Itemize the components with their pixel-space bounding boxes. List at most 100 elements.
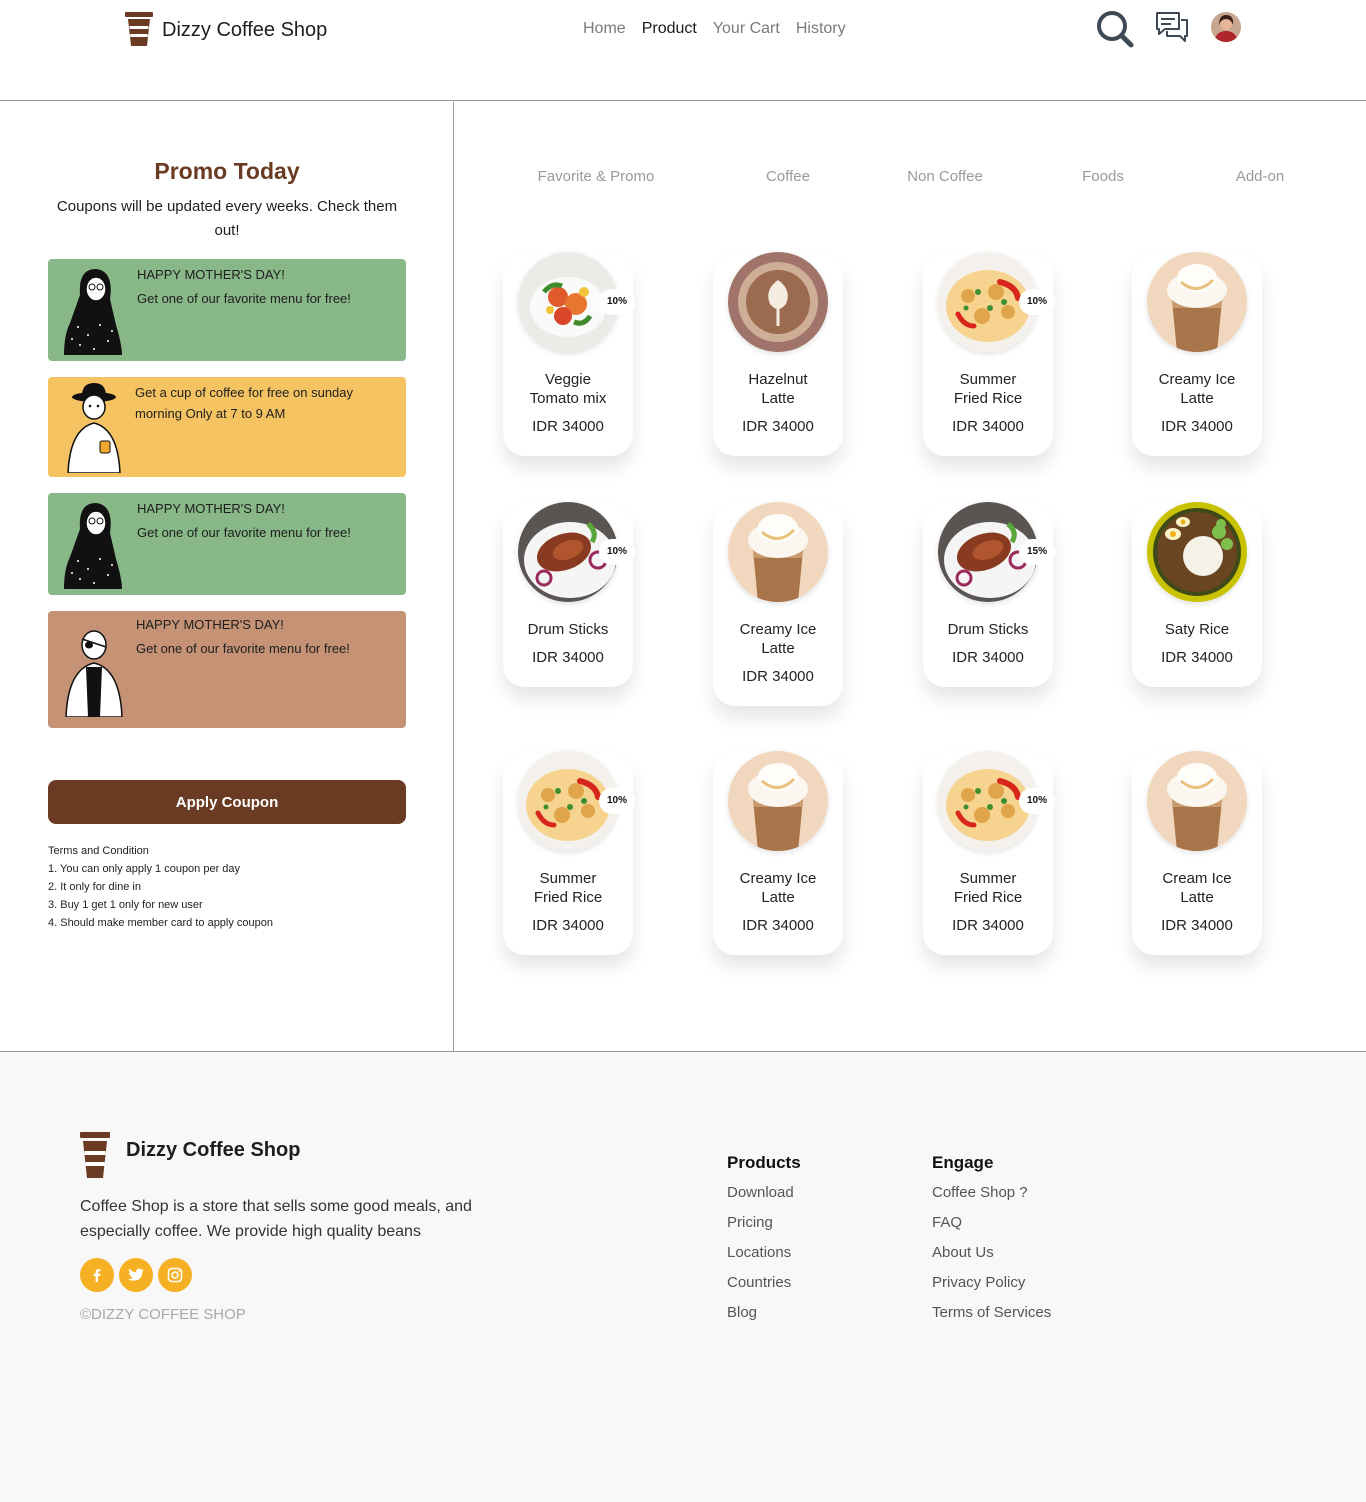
product-name: Saty Rice <box>1164 621 1230 638</box>
footer-column-products: Products Download Pricing Locations Coun… <box>727 1153 801 1334</box>
product-card[interactable]: 10% Summer Fried Rice IDR 34000 <box>923 252 1055 456</box>
product-name: Summer Fried Rice <box>533 870 603 906</box>
footer-link-countries[interactable]: Countries <box>727 1274 801 1304</box>
product-name: Drum Sticks <box>947 621 1029 638</box>
product-price: IDR 34000 <box>742 668 814 685</box>
footer-description: Coffee Shop is a store that sells some g… <box>80 1198 472 1240</box>
discount-badge: 10% <box>1019 788 1055 814</box>
product-price: IDR 34000 <box>742 917 814 934</box>
coupon-description: Get one of our favorite menu for free! <box>137 525 351 540</box>
footer-column-title: Products <box>727 1153 801 1172</box>
product-card[interactable]: Creamy Ice Latte IDR 34000 <box>713 502 843 706</box>
coupon-card[interactable]: Get a cup of coffee for free on sunday m… <box>48 377 406 477</box>
nav-home[interactable]: Home <box>583 20 626 38</box>
search-icon[interactable] <box>1096 10 1134 48</box>
product-name: Creamy Ice Latte <box>1158 371 1236 407</box>
footer-column-title: Engage <box>932 1153 994 1172</box>
instagram-icon[interactable] <box>158 1258 192 1292</box>
footer-link-faq[interactable]: FAQ <box>932 1214 1051 1244</box>
woman-hijab-illustration <box>64 269 122 355</box>
product-card[interactable]: Creamy Ice Latte IDR 34000 <box>1132 252 1262 456</box>
main-nav: Home Product Your Cart History <box>583 20 846 38</box>
twitter-icon[interactable] <box>119 1258 153 1292</box>
social-links <box>80 1258 192 1292</box>
product-image <box>728 751 828 851</box>
nav-product[interactable]: Product <box>642 20 697 38</box>
terms-item: 2. It only for dine in <box>48 881 141 893</box>
tab-non-coffee[interactable]: Non Coffee <box>907 168 983 185</box>
brand-name: Dizzy Coffee Shop <box>162 18 328 41</box>
promo-panel: Promo Today Coupons will be updated ever… <box>0 102 454 1051</box>
product-image <box>1147 502 1247 602</box>
product-card[interactable]: Saty Rice IDR 34000 <box>1132 502 1262 687</box>
tab-coffee[interactable]: Coffee <box>766 168 810 185</box>
coupon-card[interactable]: HAPPY MOTHER'S DAY! Get one of our favor… <box>48 259 406 361</box>
product-card[interactable]: Hazelnut Latte IDR 34000 <box>713 252 843 456</box>
copyright: ©DIZZY COFFEE SHOP <box>80 1306 246 1323</box>
discount-badge: 10% <box>599 539 635 565</box>
footer-link-terms-of-services[interactable]: Terms of Services <box>932 1304 1051 1334</box>
terms-item: 4. Should make member card to apply coup… <box>48 917 274 929</box>
product-name: Creamy Ice Latte <box>739 621 817 657</box>
product-card[interactable]: Cream Ice Latte IDR 34000 <box>1132 751 1262 955</box>
product-price: IDR 34000 <box>742 418 814 435</box>
footer-link-locations[interactable]: Locations <box>727 1244 801 1274</box>
product-name: Summer Fried Rice <box>953 371 1023 407</box>
tab-favorite-promo[interactable]: Favorite & Promo <box>538 168 655 185</box>
footer-brand[interactable]: Dizzy Coffee Shop <box>80 1132 300 1178</box>
tab-foods[interactable]: Foods <box>1082 168 1124 185</box>
product-image <box>728 252 828 352</box>
product-image <box>1147 751 1247 851</box>
footer-brand-name: Dizzy Coffee Shop <box>126 1138 301 1161</box>
coupon-card[interactable]: HAPPY MOTHER'S DAY! Get one of our favor… <box>48 611 406 728</box>
product-price: IDR 34000 <box>532 917 604 934</box>
apply-coupon-button[interactable]: Apply Coupon <box>48 780 406 824</box>
footer-link-download[interactable]: Download <box>727 1184 801 1214</box>
user-avatar[interactable] <box>1211 12 1241 42</box>
product-price: IDR 34000 <box>532 649 604 666</box>
brand-logo[interactable]: Dizzy Coffee Shop <box>124 12 327 46</box>
top-header: Dizzy Coffee Shop Home Product Your Cart… <box>0 0 1366 101</box>
product-card[interactable]: Creamy Ice Latte IDR 34000 <box>713 751 843 955</box>
footer-link-privacy-policy[interactable]: Privacy Policy <box>932 1274 1051 1304</box>
product-price: IDR 34000 <box>532 418 604 435</box>
coupon-description: Get one of our favorite menu for free! <box>136 641 350 656</box>
product-name: Drum Sticks <box>527 621 609 638</box>
coupon-title: HAPPY MOTHER'S DAY! <box>137 501 285 516</box>
footer-link-coffee-shop[interactable]: Coffee Shop ? <box>932 1184 1051 1214</box>
coupon-description: Get one of our favorite menu for free! <box>137 291 351 306</box>
product-card[interactable]: 10% Veggie Tomato mix IDR 34000 <box>503 252 635 456</box>
coupon-card[interactable]: HAPPY MOTHER'S DAY! Get one of our favor… <box>48 493 406 595</box>
nav-your-cart[interactable]: Your Cart <box>713 20 780 38</box>
discount-badge: 15% <box>1019 539 1055 565</box>
product-name: Cream Ice Latte <box>1162 870 1232 906</box>
product-card[interactable]: 10% Drum Sticks IDR 34000 <box>503 502 635 687</box>
terms-and-conditions: Terms and Condition 1. You can only appl… <box>48 842 273 932</box>
product-name: Veggie Tomato mix <box>529 371 607 407</box>
nav-history[interactable]: History <box>796 20 846 38</box>
footer-link-about-us[interactable]: About Us <box>932 1244 1051 1274</box>
footer-link-pricing[interactable]: Pricing <box>727 1214 801 1244</box>
product-price: IDR 34000 <box>952 917 1024 934</box>
chat-icon[interactable] <box>1155 11 1189 43</box>
footer-column-engage: Engage Coffee Shop ? FAQ About Us Privac… <box>932 1153 1051 1334</box>
discount-badge: 10% <box>599 788 635 814</box>
terms-item: 1. You can only apply 1 coupon per day <box>48 863 241 875</box>
product-price: IDR 34000 <box>952 649 1024 666</box>
coupon-title: HAPPY MOTHER'S DAY! <box>136 617 284 632</box>
discount-badge: 10% <box>599 289 635 315</box>
tab-add-on[interactable]: Add-on <box>1236 168 1284 185</box>
product-name: Summer Fried Rice <box>953 870 1023 906</box>
product-card[interactable]: 10% Summer Fried Rice IDR 34000 <box>923 751 1055 955</box>
facebook-icon[interactable] <box>80 1258 114 1292</box>
footer-link-blog[interactable]: Blog <box>727 1304 801 1334</box>
product-price: IDR 34000 <box>952 418 1024 435</box>
product-card[interactable]: 15% Drum Sticks IDR 34000 <box>923 502 1055 687</box>
product-name: Creamy Ice Latte <box>739 870 817 906</box>
terms-item: 3. Buy 1 get 1 only for new user <box>48 899 203 911</box>
discount-badge: 10% <box>1019 289 1055 315</box>
product-price: IDR 34000 <box>1161 418 1233 435</box>
coffee-cup-logo-icon <box>80 1132 110 1178</box>
product-card[interactable]: 10% Summer Fried Rice IDR 34000 <box>503 751 635 955</box>
pirate-man-illustration <box>65 630 123 717</box>
